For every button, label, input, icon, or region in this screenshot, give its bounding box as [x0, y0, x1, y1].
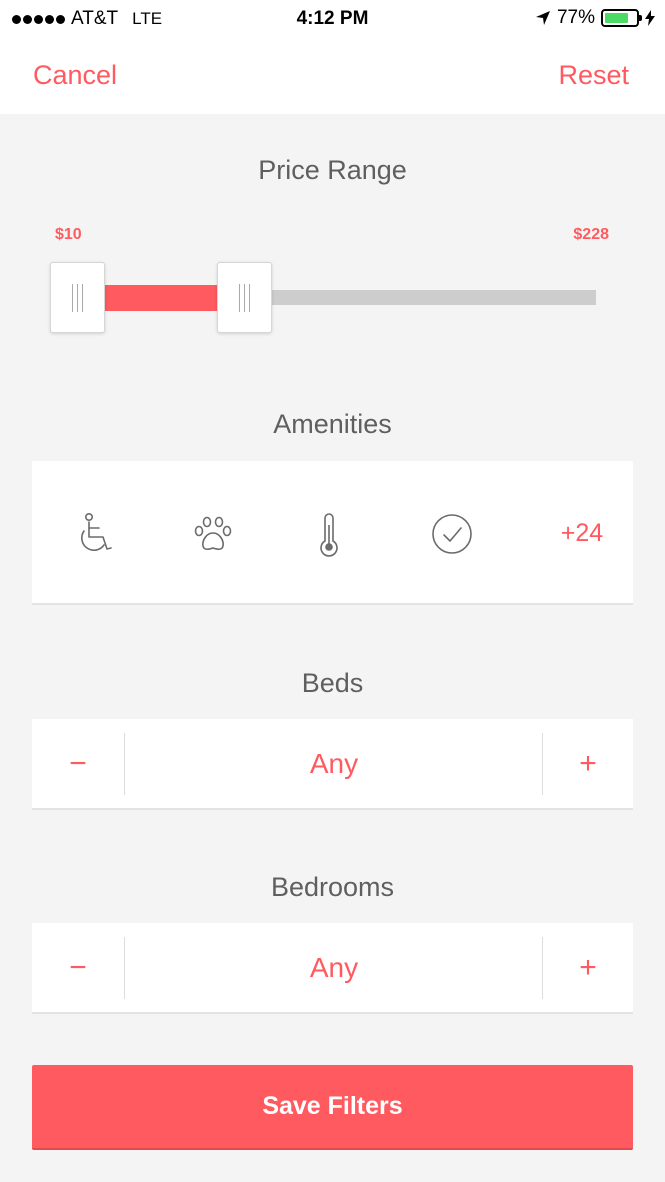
price-range-title: Price Range	[258, 155, 407, 185]
nav-bar: Cancel Reset	[0, 38, 665, 114]
battery-icon	[601, 9, 642, 27]
bedrooms-value: Any	[309, 951, 359, 983]
location-arrow-icon	[535, 11, 550, 25]
more-amenities-button[interactable]: +24	[542, 519, 622, 548]
bedrooms-stepper: − Any +	[32, 923, 633, 1014]
beds-increment-button[interactable]: +	[543, 719, 633, 808]
save-filters-button[interactable]: Save Filters	[32, 1065, 633, 1150]
status-bar: AT&T LTE 4:12 PM 77%	[0, 0, 665, 38]
price-min-label: $10	[55, 226, 82, 243]
battery-percent: 77%	[556, 7, 595, 28]
beds-decrement-button[interactable]: −	[32, 719, 124, 808]
cancel-button[interactable]: Cancel	[33, 60, 117, 91]
thermometer-icon[interactable]	[306, 511, 352, 557]
wheelchair-icon[interactable]	[74, 511, 120, 557]
beds-title: Beds	[301, 668, 364, 698]
bedrooms-decrement-button[interactable]: −	[32, 923, 124, 1012]
amenities-title: Amenities	[273, 409, 392, 439]
bedrooms-increment-button[interactable]: +	[543, 923, 633, 1012]
bedrooms-title: Bedrooms	[270, 872, 395, 902]
beds-stepper: − Any +	[32, 719, 633, 810]
price-max-label: $228	[573, 226, 609, 243]
reset-button[interactable]: Reset	[558, 60, 629, 91]
status-right: 77%	[535, 7, 655, 29]
charging-bolt-icon	[645, 10, 655, 26]
paw-icon[interactable]	[190, 511, 236, 557]
amenities-card: +24	[32, 461, 633, 605]
price-min-handle[interactable]	[50, 262, 105, 333]
beds-value: Any	[309, 747, 359, 779]
checkmark-circle-icon[interactable]	[429, 511, 475, 557]
price-max-handle[interactable]	[217, 262, 272, 333]
